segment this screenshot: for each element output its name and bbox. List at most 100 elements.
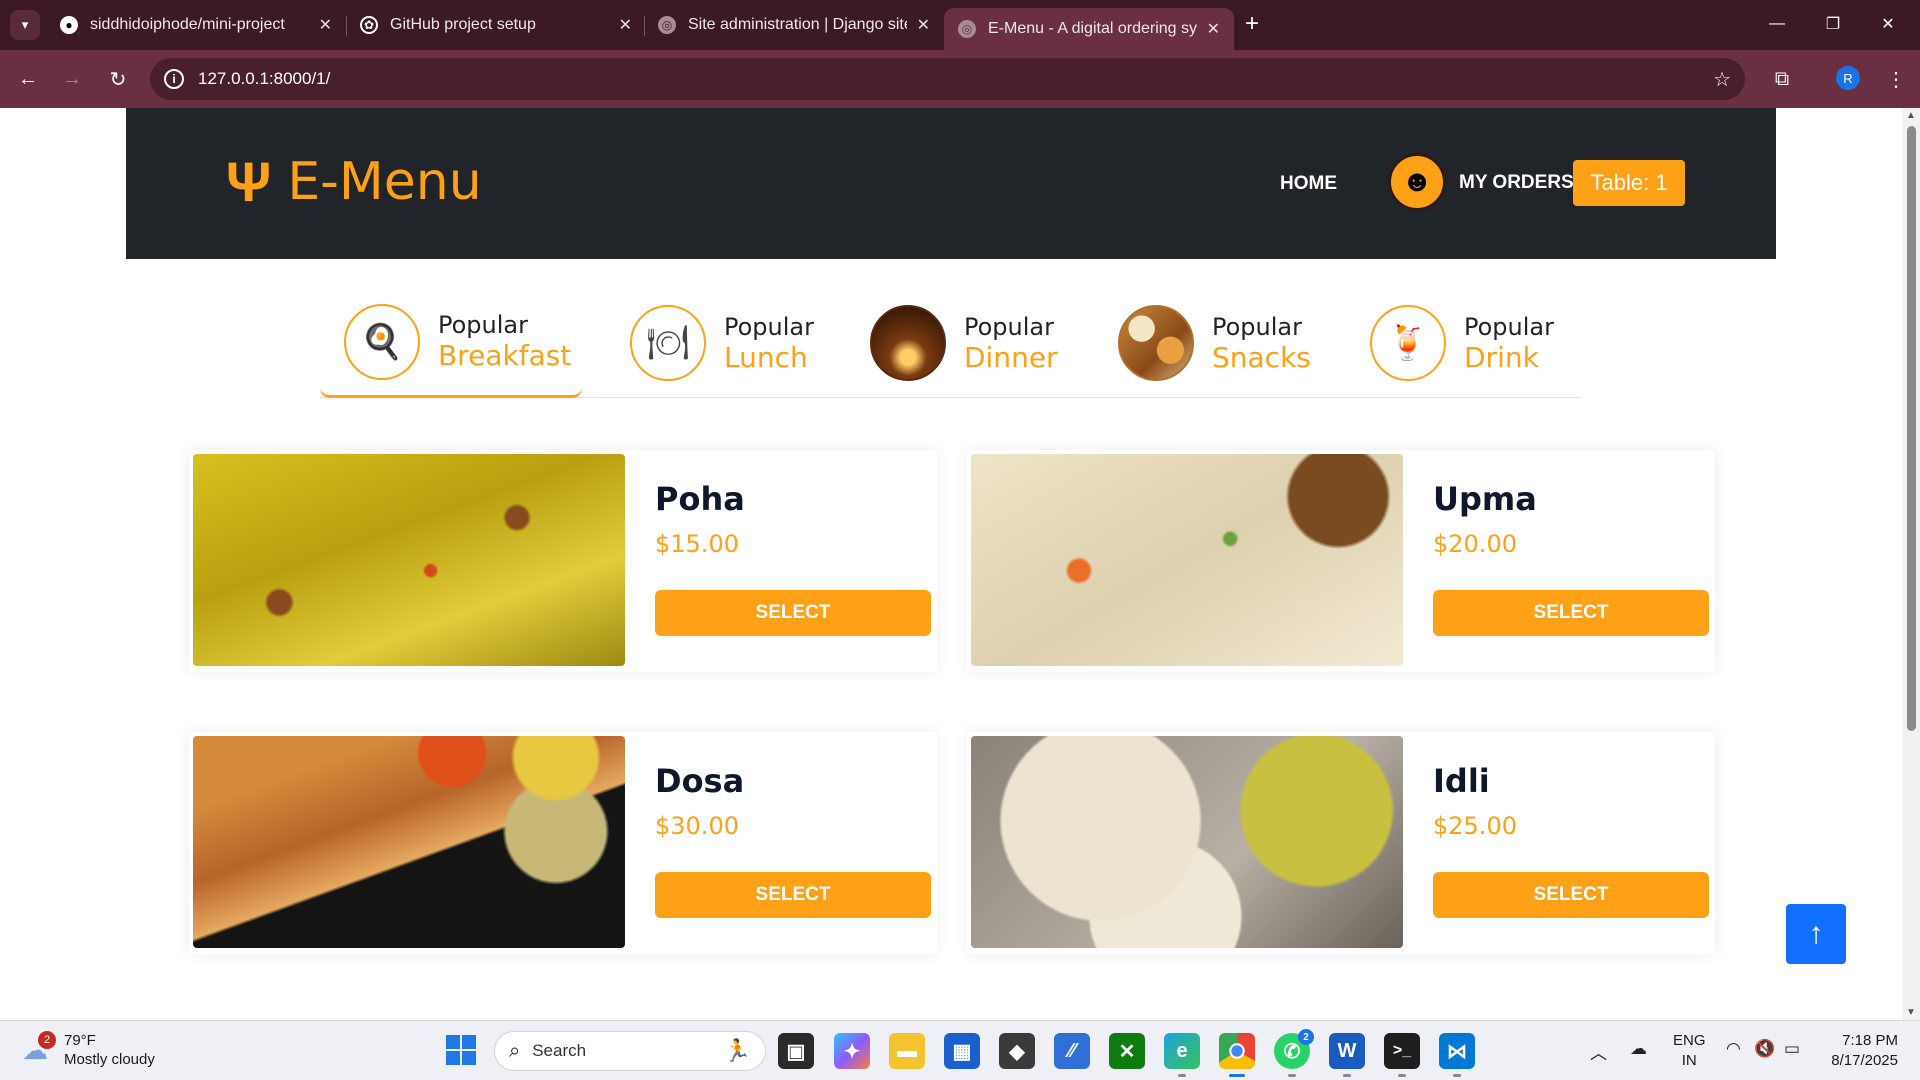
openai-icon: ✿ xyxy=(360,16,378,34)
scroll-down-icon[interactable]: ▼ xyxy=(1906,1007,1916,1018)
terminal-icon[interactable]: >_ xyxy=(1384,1033,1420,1077)
dosa-photo xyxy=(193,736,625,948)
poha-photo xyxy=(193,454,625,666)
select-button[interactable]: SELECT xyxy=(1433,872,1709,918)
menu-item-card: Poha $15.00 SELECT xyxy=(189,450,937,672)
task-view-icon[interactable]: ▣ xyxy=(778,1033,814,1069)
profile-avatar[interactable]: R xyxy=(1836,66,1860,90)
scrollbar-thumb[interactable] xyxy=(1907,126,1916,731)
browser-tab[interactable]: ● siddhidoiphode/mini-project ✕ xyxy=(46,6,346,44)
battery-icon[interactable]: ▭ xyxy=(1784,1039,1800,1059)
unity-icon[interactable]: ◆ xyxy=(999,1033,1035,1069)
app-icon[interactable]: ⁄⁄ xyxy=(1054,1033,1090,1069)
forward-arrow-icon[interactable]: → xyxy=(56,63,88,95)
close-tab-icon[interactable]: ✕ xyxy=(1207,19,1220,39)
scroll-up-icon[interactable]: ▲ xyxy=(1906,110,1916,121)
browser-tab-bar: ▾ ● siddhidoiphode/mini-project ✕ ✿ GitH… xyxy=(0,0,1920,50)
whatsapp-icon[interactable]: ✆ 2 xyxy=(1274,1029,1314,1077)
lang-region: IN xyxy=(1681,1052,1697,1069)
weather-widget[interactable]: ☁ 2 79°F Mostly cloudy xyxy=(22,1031,155,1069)
search-placeholder: Search xyxy=(532,1041,587,1060)
page-scrollbar[interactable]: ▲ ▼ xyxy=(1903,108,1920,1020)
category-label: Lunch xyxy=(724,340,808,374)
plate-fork-knife-icon: 🍽 xyxy=(630,305,706,381)
tab-title: Site administration | Django site xyxy=(688,16,907,33)
tab-snacks[interactable]: Popular Snacks xyxy=(1094,288,1334,398)
menu-item-card: Upma $20.00 SELECT xyxy=(967,450,1715,672)
site-info-icon[interactable]: i xyxy=(164,69,184,89)
nav-home-link[interactable]: HOME xyxy=(1280,173,1337,195)
category-label: Breakfast xyxy=(438,339,572,372)
github-icon: ● xyxy=(60,16,78,34)
onedrive-icon[interactable]: ☁ xyxy=(1630,1039,1647,1059)
vscode-icon[interactable]: ⋈ xyxy=(1439,1033,1475,1077)
browser-menu-icon[interactable]: ⋮ xyxy=(1880,63,1912,95)
close-tab-icon[interactable]: ✕ xyxy=(619,15,632,35)
category-label-small: Popular xyxy=(1464,312,1554,341)
category-label-small: Popular xyxy=(438,311,528,339)
new-tab-button[interactable]: + xyxy=(1245,10,1259,38)
windows-start-icon[interactable] xyxy=(446,1035,476,1065)
chrome-icon[interactable] xyxy=(1219,1033,1255,1077)
search-icon: ⌕ xyxy=(509,1039,521,1062)
wifi-icon[interactable]: ◠ xyxy=(1726,1039,1741,1059)
item-price: $25.00 xyxy=(1433,812,1517,840)
upma-photo xyxy=(971,454,1403,666)
browser-tab[interactable]: ◎ Site administration | Django site ✕ xyxy=(644,6,944,44)
tab-title: siddhidoiphode/mini-project xyxy=(90,16,285,33)
globe-icon: ◎ xyxy=(958,20,976,38)
brand-logo[interactable]: Ψ E-Menu xyxy=(226,152,482,212)
system-clock[interactable]: 7:18 PM 8/17/2025 xyxy=(1822,1031,1898,1071)
site-navbar: Ψ E-Menu HOME ☻ MY ORDERS Table: 1 xyxy=(126,108,1776,259)
page-viewport: Ψ E-Menu HOME ☻ MY ORDERS Table: 1 🍳 Pop… xyxy=(0,108,1903,1020)
language-indicator[interactable]: ENG IN xyxy=(1673,1031,1706,1071)
taskbar-search[interactable]: ⌕ Search 🏃 xyxy=(494,1031,766,1071)
item-price: $20.00 xyxy=(1433,530,1517,558)
chevron-up-icon[interactable]: ︿ xyxy=(1590,1039,1607,1064)
word-icon[interactable]: W xyxy=(1329,1033,1365,1077)
globe-icon: ◎ xyxy=(658,16,676,34)
select-button[interactable]: SELECT xyxy=(655,872,931,918)
address-bar[interactable]: i 127.0.0.1:8000/1/ ☆ xyxy=(150,58,1745,100)
minimize-icon[interactable]: — xyxy=(1757,8,1797,40)
bookmark-star-icon[interactable]: ☆ xyxy=(1713,67,1731,92)
close-tab-icon[interactable]: ✕ xyxy=(917,15,930,35)
weather-temp: 79°F xyxy=(64,1032,96,1049)
reload-icon[interactable]: ↻ xyxy=(102,63,134,95)
tab-breakfast[interactable]: 🍳 Popular Breakfast xyxy=(320,288,582,398)
copilot-icon[interactable]: ✦ xyxy=(834,1033,870,1069)
clock-date: 8/17/2025 xyxy=(1831,1052,1898,1069)
snacks-photo xyxy=(1118,305,1194,381)
tab-title: GitHub project setup xyxy=(390,16,536,33)
volume-muted-icon[interactable]: 🔇 xyxy=(1754,1039,1775,1059)
edge-icon[interactable]: e xyxy=(1164,1033,1200,1077)
tab-lunch[interactable]: 🍽 Popular Lunch xyxy=(606,288,836,398)
item-name: Dosa xyxy=(655,762,745,800)
extensions-icon[interactable]: ⧉ xyxy=(1766,63,1798,95)
nav-my-orders-link[interactable]: MY ORDERS xyxy=(1459,172,1574,194)
tab-dinner[interactable]: Popular Dinner xyxy=(846,288,1086,398)
store-icon[interactable]: ▦ xyxy=(944,1033,980,1069)
close-tab-icon[interactable]: ✕ xyxy=(319,15,332,35)
url-text[interactable]: 127.0.0.1:8000/1/ xyxy=(198,69,330,89)
back-arrow-icon[interactable]: ← xyxy=(12,63,44,95)
file-explorer-icon[interactable]: ▬ xyxy=(889,1033,925,1069)
browser-tab-active[interactable]: ◎ E-Menu - A digital ordering sys ✕ xyxy=(944,8,1234,50)
back-to-top-button[interactable]: ↑ xyxy=(1786,904,1846,964)
restore-icon[interactable]: ❐ xyxy=(1813,8,1853,40)
category-tabs: 🍳 Popular Breakfast 🍽 Popular Lunch Popu… xyxy=(320,288,1582,398)
select-button[interactable]: SELECT xyxy=(1433,590,1709,636)
item-name: Idli xyxy=(1433,762,1490,800)
select-button[interactable]: SELECT xyxy=(655,590,931,636)
close-window-icon[interactable]: ✕ xyxy=(1868,8,1908,40)
clock-time: 7:18 PM xyxy=(1842,1032,1898,1049)
windows-taskbar: ☁ 2 79°F Mostly cloudy ⌕ Search 🏃 ▣ ✦ ▬ … xyxy=(0,1020,1920,1080)
menu-item-card: Dosa $30.00 SELECT xyxy=(189,732,937,954)
tab-search-menu-button[interactable]: ▾ xyxy=(10,10,40,40)
chef-face-icon[interactable]: ☻ xyxy=(1388,153,1446,211)
xbox-icon[interactable]: ✕ xyxy=(1109,1033,1145,1069)
browser-tab[interactable]: ✿ GitHub project setup ✕ xyxy=(346,6,646,44)
table-number-badge[interactable]: Table: 1 xyxy=(1573,160,1685,206)
item-price: $15.00 xyxy=(655,530,739,558)
tab-drink[interactable]: 🍹 Popular Drink xyxy=(1346,288,1582,398)
